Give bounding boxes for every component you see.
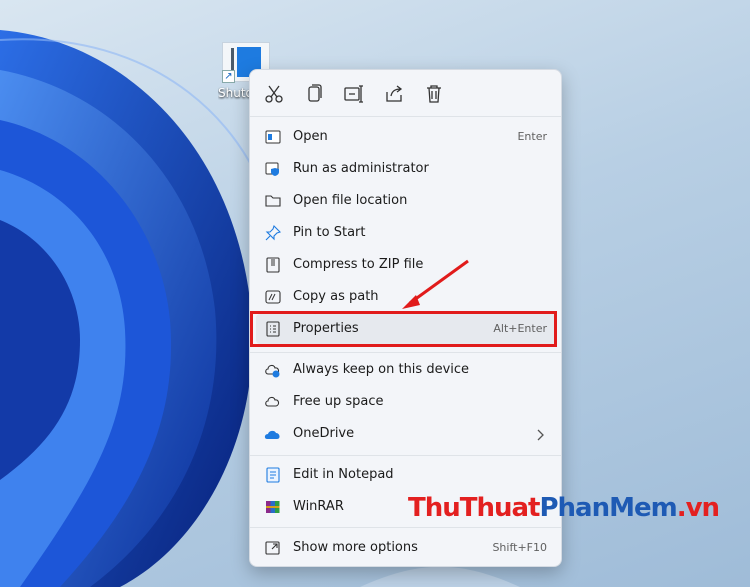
menu-item-edit-in-notepad[interactable]: Edit in Notepad xyxy=(256,460,557,490)
menu-item-label: Always keep on this device xyxy=(293,362,470,377)
menu-item-open-file-location[interactable]: Open file location xyxy=(256,186,557,216)
watermark-part1: ThuThuat xyxy=(408,493,540,523)
notepad-icon xyxy=(264,466,282,484)
shortcut-arrow-icon: ↗ xyxy=(222,70,235,83)
menu-item-open[interactable]: Open Enter xyxy=(256,122,557,152)
menu-item-show-more-options[interactable]: Show more options Shift+F10 xyxy=(256,533,557,563)
separator xyxy=(250,116,561,117)
menu-item-label: Run as administrator xyxy=(293,161,429,176)
more-options-icon xyxy=(264,539,282,557)
menu-item-label: Free up space xyxy=(293,394,384,409)
delete-icon[interactable] xyxy=(422,82,446,106)
menu-item-label: Pin to Start xyxy=(293,225,366,240)
menu-item-label: Edit in Notepad xyxy=(293,467,394,482)
watermark-part3: .vn xyxy=(676,493,720,523)
menu-item-label: Show more options xyxy=(293,540,418,555)
pin-icon xyxy=(264,224,282,242)
separator xyxy=(250,455,561,456)
copy-path-icon xyxy=(264,288,282,306)
menu-item-shortcut: Enter xyxy=(517,130,547,143)
menu-item-free-up-space[interactable]: Free up space xyxy=(256,387,557,417)
share-icon[interactable] xyxy=(382,82,406,106)
menu-item-label: Open file location xyxy=(293,193,408,208)
menu-item-shortcut: Shift+F10 xyxy=(492,541,547,554)
properties-highlight-box xyxy=(250,311,557,347)
menu-item-run-as-administrator[interactable]: Run as administrator xyxy=(256,154,557,184)
menu-item-pin-to-start[interactable]: Pin to Start xyxy=(256,218,557,248)
cut-icon[interactable] xyxy=(262,82,286,106)
menu-item-onedrive[interactable]: OneDrive xyxy=(256,419,557,449)
copy-icon[interactable] xyxy=(302,82,326,106)
zip-icon xyxy=(264,256,282,274)
menu-item-label: WinRAR xyxy=(293,499,344,514)
shield-icon xyxy=(264,160,282,178)
watermark: ThuThuatPhanMem.vn xyxy=(408,493,720,523)
folder-icon xyxy=(264,192,282,210)
cloud-sync-icon xyxy=(264,361,282,379)
onedrive-icon xyxy=(264,425,282,443)
cloud-icon xyxy=(264,393,282,411)
menu-item-label: OneDrive xyxy=(293,426,355,441)
menu-item-always-keep-on-device[interactable]: Always keep on this device xyxy=(256,355,557,385)
winrar-icon xyxy=(264,498,282,516)
watermark-part2: PhanMem xyxy=(539,493,677,523)
separator xyxy=(250,352,561,353)
annotation-arrow-icon xyxy=(402,259,469,309)
chevron-right-icon xyxy=(535,427,545,441)
menu-item-label: Copy as path xyxy=(293,289,379,304)
rename-icon[interactable] xyxy=(342,82,366,106)
menu-item-label: Open xyxy=(293,129,328,144)
separator xyxy=(250,527,561,528)
context-menu-toolbar xyxy=(250,70,561,116)
open-app-icon xyxy=(264,128,282,146)
